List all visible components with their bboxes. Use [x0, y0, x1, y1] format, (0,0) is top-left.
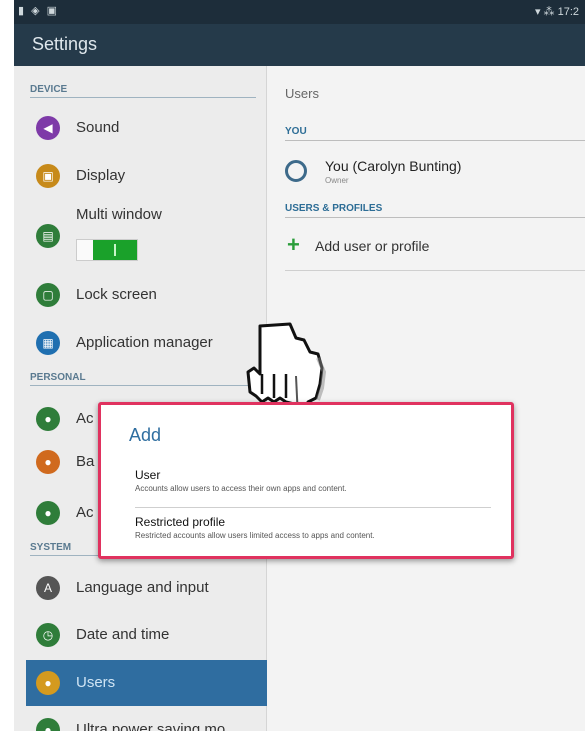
toggle-knob: [93, 240, 137, 260]
user-row-owner[interactable]: You (Carolyn Bunting) Owner: [285, 158, 585, 188]
sidebar-item-lock-screen[interactable]: ▢ Lock screen: [36, 283, 262, 313]
panel-title: Users: [285, 86, 319, 101]
sidebar-item-label: Display: [76, 167, 126, 184]
date-time-icon: ◷: [36, 623, 60, 647]
add-dialog: Add User Accounts allow users to access …: [98, 402, 514, 559]
sidebar-item-label: Date and time: [76, 626, 170, 643]
sidebar-item-label: Multi window: [76, 206, 162, 223]
lock-screen-icon: ▢: [36, 283, 60, 307]
option-title: Restricted profile: [135, 515, 226, 529]
user-role: Owner: [325, 176, 349, 185]
sidebar-item-label: Ultra power saving mo: [76, 721, 226, 731]
sidebar-item-date-time[interactable]: ◷ Date and time: [36, 623, 262, 653]
settings-sidebar: DEVICE ◀ Sound ▣ Display ▤ Multi window …: [14, 66, 267, 731]
language-icon: A: [36, 576, 60, 600]
status-clock: ▾ ⁂ 17:2: [534, 6, 579, 18]
sidebar-item-label: Ba: [76, 453, 95, 470]
action-bar: Settings: [14, 24, 585, 66]
display-icon: ▣: [36, 164, 60, 188]
user-name: You (Carolyn Bunting): [325, 158, 462, 174]
sidebar-item-label: Language and input: [76, 579, 209, 596]
sidebar-item-label: Lock screen: [76, 286, 157, 303]
sidebar-item-power-saving[interactable]: ● Ultra power saving mo: [36, 718, 262, 731]
accounts-icon: ●: [36, 407, 60, 431]
sidebar-item-display[interactable]: ▣ Display: [36, 164, 262, 194]
sidebar-item-label: Application manager: [76, 334, 213, 351]
option-description: Accounts allow users to access their own…: [135, 484, 347, 493]
sidebar-item-multi-window[interactable]: ▤ Multi window: [36, 206, 262, 266]
section-device: DEVICE: [30, 84, 256, 98]
divider: [135, 507, 491, 508]
status-icons-left: ▮ ◈ ▣: [18, 5, 60, 17]
section-personal: PERSONAL: [30, 372, 256, 386]
accessibility-icon: ●: [36, 501, 60, 525]
app-manager-icon: ▦: [36, 331, 60, 355]
status-bar: ▮ ◈ ▣ ▾ ⁂ 17:2: [14, 0, 585, 24]
backup-icon: ●: [36, 450, 60, 474]
avatar: [285, 160, 307, 182]
option-title: User: [135, 468, 161, 482]
sidebar-item-language[interactable]: A Language and input: [36, 576, 262, 606]
sidebar-item-users[interactable]: ● Users: [26, 660, 267, 706]
sidebar-item-label: Ac: [76, 504, 94, 521]
section-users-profiles: USERS & PROFILES: [285, 203, 585, 218]
sidebar-item-label: Sound: [76, 119, 120, 136]
sound-icon: ◀: [36, 116, 60, 140]
sidebar-item-label: Ac: [76, 410, 94, 427]
power-saving-icon: ●: [36, 718, 60, 731]
add-user-label: Add user or profile: [315, 238, 430, 254]
sidebar-item-label: Users: [76, 674, 116, 691]
page-title: Settings: [32, 34, 98, 54]
plus-icon: +: [287, 232, 300, 257]
multi-window-icon: ▤: [36, 224, 60, 248]
add-user-button[interactable]: + Add user or profile: [285, 234, 585, 271]
option-user[interactable]: User Accounts allow users to access thei…: [135, 468, 495, 493]
sidebar-item-sound[interactable]: ◀ Sound: [36, 116, 262, 146]
users-icon: ●: [36, 671, 60, 695]
section-you: YOU: [285, 126, 585, 141]
dialog-title: Add: [129, 425, 162, 445]
option-restricted-profile[interactable]: Restricted profile Restricted accounts a…: [135, 515, 495, 540]
sidebar-item-application-manager[interactable]: ▦ Application manager: [36, 331, 262, 361]
option-description: Restricted accounts allow users limited …: [135, 531, 375, 540]
multi-window-toggle[interactable]: [76, 239, 138, 261]
